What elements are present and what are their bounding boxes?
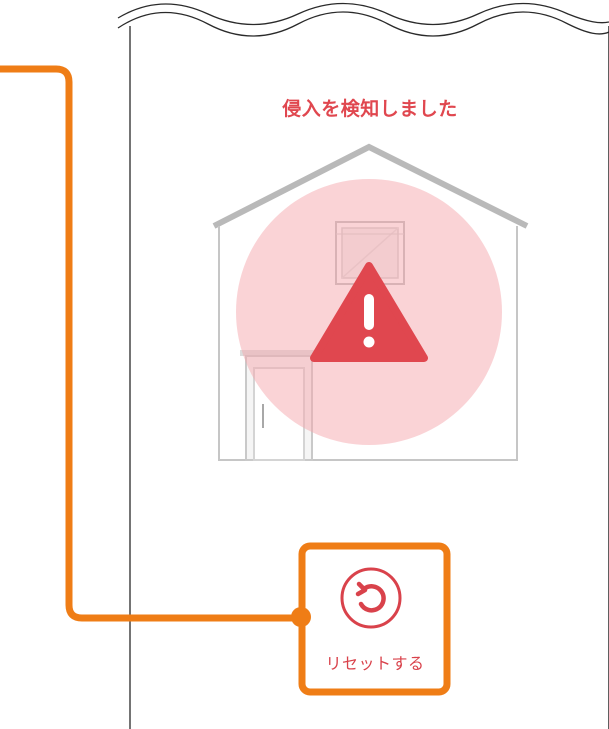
phone-screen-callout: 侵入を検知しました リセットする	[0, 0, 609, 729]
reset-button[interactable]: リセットする	[309, 552, 441, 684]
alert-title: 侵入を検知しました	[282, 98, 458, 120]
reset-rotate-icon	[340, 567, 402, 629]
wavy-top-edge	[117, 2, 609, 37]
reset-button-label: リセットする	[325, 654, 425, 673]
